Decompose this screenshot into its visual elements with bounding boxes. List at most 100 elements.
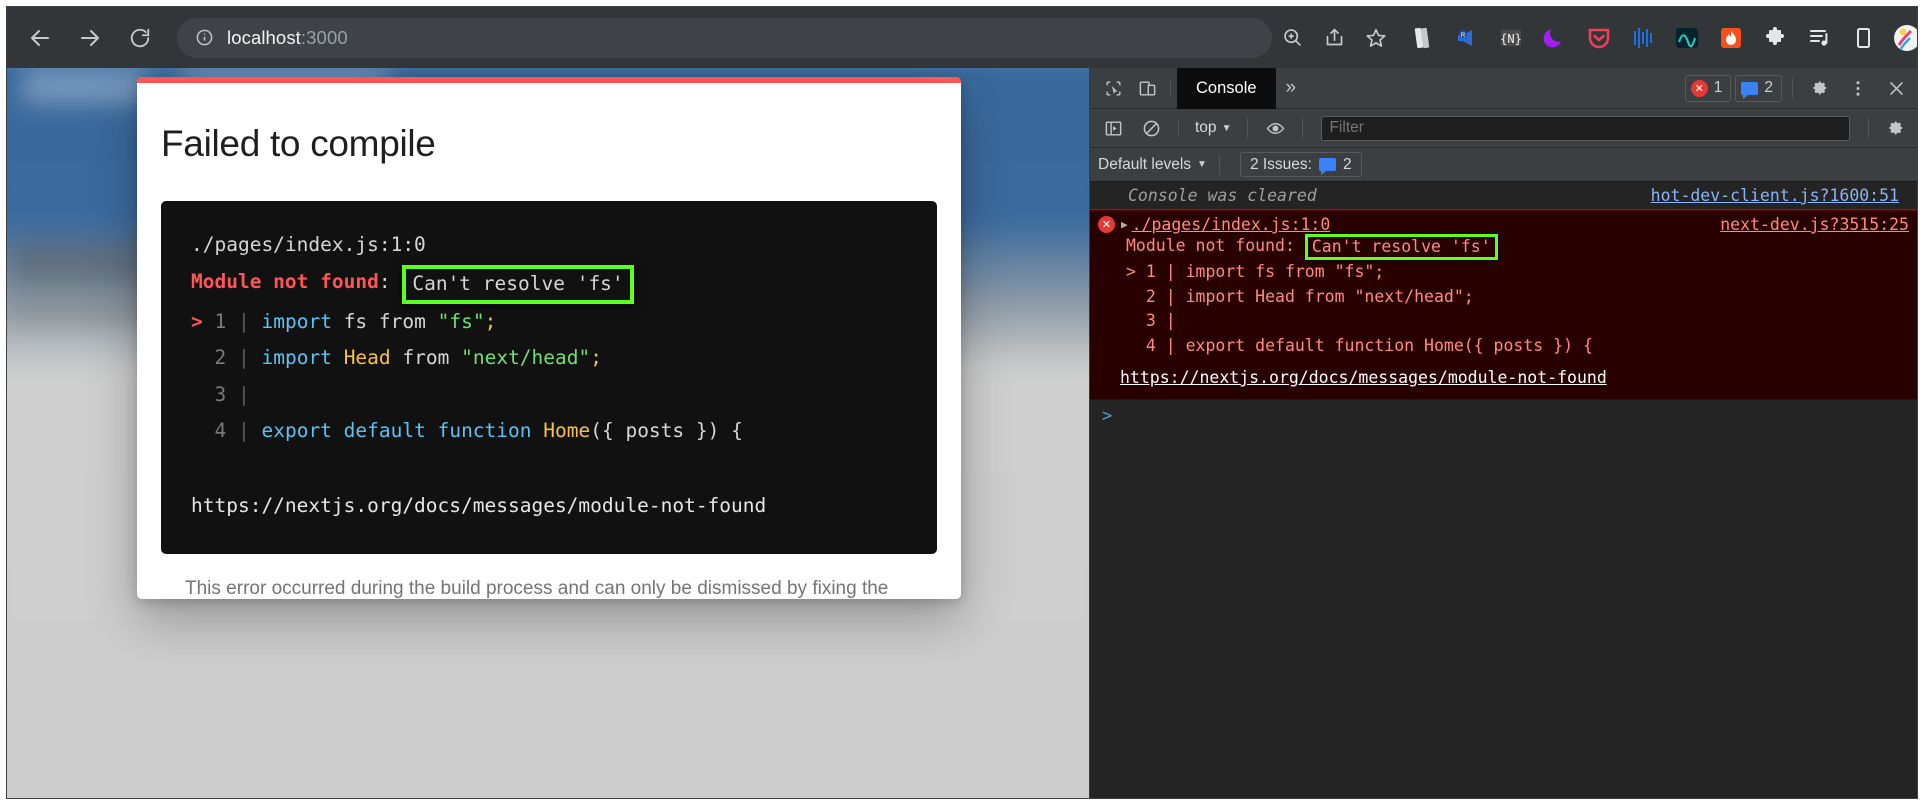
background-blob (21, 68, 148, 105)
log-levels-label: Default levels (1098, 155, 1192, 173)
filter-input[interactable] (1321, 115, 1850, 141)
zoom-icon[interactable] (1272, 18, 1312, 58)
filterbar-divider (1868, 118, 1869, 138)
console-error-header[interactable]: ✕ ▶ ./pages/index.js:1:0 next-dev.js?351… (1090, 215, 1917, 234)
kebab-menu-icon[interactable] (1841, 71, 1875, 105)
code-line: 2 | import Head from "next/head"; (161, 340, 937, 377)
devtools-tabbar-right: ✕ 1 2 (1684, 71, 1913, 105)
code-line-number: 3 (214, 382, 227, 406)
svg-text:R: R (1461, 33, 1466, 39)
code-token: Home (543, 419, 591, 442)
device-toggle-icon[interactable] (1842, 16, 1884, 60)
playlist-extension-icon[interactable] (1798, 16, 1840, 60)
execution-context-label: top (1195, 119, 1217, 136)
console-cleared-source-link[interactable]: hot-dev-client.js?1600:51 (1651, 186, 1909, 205)
log-levels-select[interactable]: Default levels ▼ (1098, 156, 1207, 174)
code-line: > 1 | import fs from "fs"; (161, 304, 937, 341)
message-count-badge[interactable]: 2 (1735, 74, 1782, 102)
inspect-element-icon[interactable] (1096, 71, 1130, 105)
issues-button[interactable]: 2 Issues: 2 (1239, 152, 1362, 177)
console-message-list[interactable]: Console was cleared hot-dev-client.js?16… (1090, 182, 1917, 798)
console-input-prompt[interactable]: > (1090, 400, 1917, 426)
error-count-badge[interactable]: ✕ 1 (1684, 74, 1732, 102)
error-code-block: ./pages/index.js:1:0 Module not found: C… (161, 201, 937, 554)
expand-triangle-icon[interactable]: ▶ (1121, 218, 1128, 231)
console-error-doc-link[interactable]: https://nextjs.org/docs/messages/module-… (1090, 358, 1917, 391)
dark-reader-moon-icon[interactable] (1534, 16, 1576, 60)
code-line-bar: | (238, 309, 250, 333)
url-host: localhost (227, 26, 301, 48)
filterbar-divider (1178, 118, 1179, 138)
navigation-buttons (7, 15, 163, 61)
chevron-down-icon: ▼ (1221, 122, 1232, 134)
json-viewer-extension-icon[interactable]: {N} (1490, 16, 1532, 60)
console-error-message[interactable]: ✕ ▶ ./pages/index.js:1:0 next-dev.js?351… (1090, 210, 1917, 400)
levelbar-divider (1218, 154, 1220, 175)
overlay-content: Failed to compile ./pages/index.js:1:0 M… (137, 83, 961, 599)
console-error-highlight-box: Can't resolve 'fs' (1304, 234, 1498, 260)
back-button[interactable] (17, 15, 63, 61)
url-text[interactable]: localhost:3000 (227, 27, 348, 49)
error-highlight-box: Can't resolve 'fs' (402, 264, 634, 304)
issues-label: 2 Issues: (1249, 155, 1312, 173)
code-line: 3 | (161, 377, 937, 414)
url-port: :3000 (300, 26, 348, 48)
reload-button[interactable] (117, 15, 163, 61)
message-count-label: 2 (1764, 79, 1773, 96)
bookmark-star-icon[interactable] (1356, 18, 1396, 58)
code-token: export default function (261, 419, 532, 442)
tab-console[interactable]: Console (1177, 67, 1276, 109)
issues-count: 2 (1342, 155, 1352, 173)
console-error-source-link[interactable]: next-dev.js?3515:25 (1720, 215, 1917, 234)
device-toolbar-icon[interactable] (1130, 71, 1164, 105)
dictionary-extension-icon[interactable] (1402, 16, 1444, 60)
error-label: Module not found (191, 269, 379, 293)
console-cleared-text: Console was cleared (1128, 186, 1317, 205)
console-code-line: > 1 | import fs from "fs"; (1126, 262, 1385, 281)
clear-console-icon[interactable] (1134, 111, 1168, 145)
browser-window: localhost:3000 R {N} Failed to compile .… (6, 6, 1918, 799)
fire-extension-icon[interactable] (1710, 16, 1752, 60)
code-token: Head (343, 346, 391, 369)
site-information-icon[interactable] (191, 25, 217, 51)
code-snippet: > 1 | import fs from "fs"; 2 | import He… (161, 304, 937, 450)
devtools-tabbar: Console » ✕ 1 2 (1090, 67, 1917, 109)
console-filter-bar: top ▼ (1090, 109, 1917, 148)
code-line-number: 4 (214, 419, 227, 442)
gear-icon[interactable] (1803, 71, 1837, 105)
page-viewport: Failed to compile ./pages/index.js:1:0 M… (7, 68, 1089, 798)
chevron-down-icon: ▼ (1197, 159, 1207, 170)
live-expression-eye-icon[interactable] (1258, 111, 1292, 145)
close-icon[interactable] (1879, 71, 1913, 105)
svg-text:{N}: {N} (1500, 32, 1522, 46)
execution-context-select[interactable]: top ▼ (1189, 119, 1237, 137)
code-token: "next/head" (461, 346, 591, 369)
console-settings-gear-icon[interactable] (1879, 111, 1913, 145)
error-doc-url[interactable]: https://nextjs.org/docs/messages/module-… (161, 488, 937, 525)
code-line-number: 1 (214, 309, 227, 333)
profile-avatar-icon[interactable] (1886, 16, 1917, 60)
code-token: ; (484, 309, 497, 333)
console-error-location-link[interactable]: ./pages/index.js:1:0 (1132, 215, 1331, 234)
browser-toolbar: localhost:3000 R {N} (7, 7, 1917, 68)
megaphone-extension-icon[interactable]: R (1446, 16, 1488, 60)
console-code-line: 3 | (1126, 311, 1176, 330)
code-token: import (261, 309, 332, 333)
more-tabs-icon[interactable]: » (1276, 77, 1307, 99)
pocket-extension-icon[interactable] (1578, 16, 1620, 60)
share-icon[interactable] (1314, 18, 1354, 58)
puzzle-extensions-icon[interactable] (1754, 16, 1796, 60)
address-bar[interactable]: localhost:3000 (177, 17, 1272, 58)
forward-button[interactable] (67, 15, 113, 61)
console-sidebar-icon[interactable] (1096, 111, 1130, 145)
toolbar-divider (1170, 78, 1171, 98)
teal-wave-extension-icon[interactable] (1666, 16, 1708, 60)
extension-toolbar: R {N} (1402, 16, 1917, 60)
code-token: import (261, 346, 332, 369)
filterbar-divider (1247, 118, 1249, 138)
waveform-extension-icon[interactable] (1622, 16, 1664, 60)
screenshot-root: localhost:3000 R {N} Failed to compile .… (0, 0, 1924, 805)
console-error-message-prefix: Module not found: (1126, 236, 1295, 255)
